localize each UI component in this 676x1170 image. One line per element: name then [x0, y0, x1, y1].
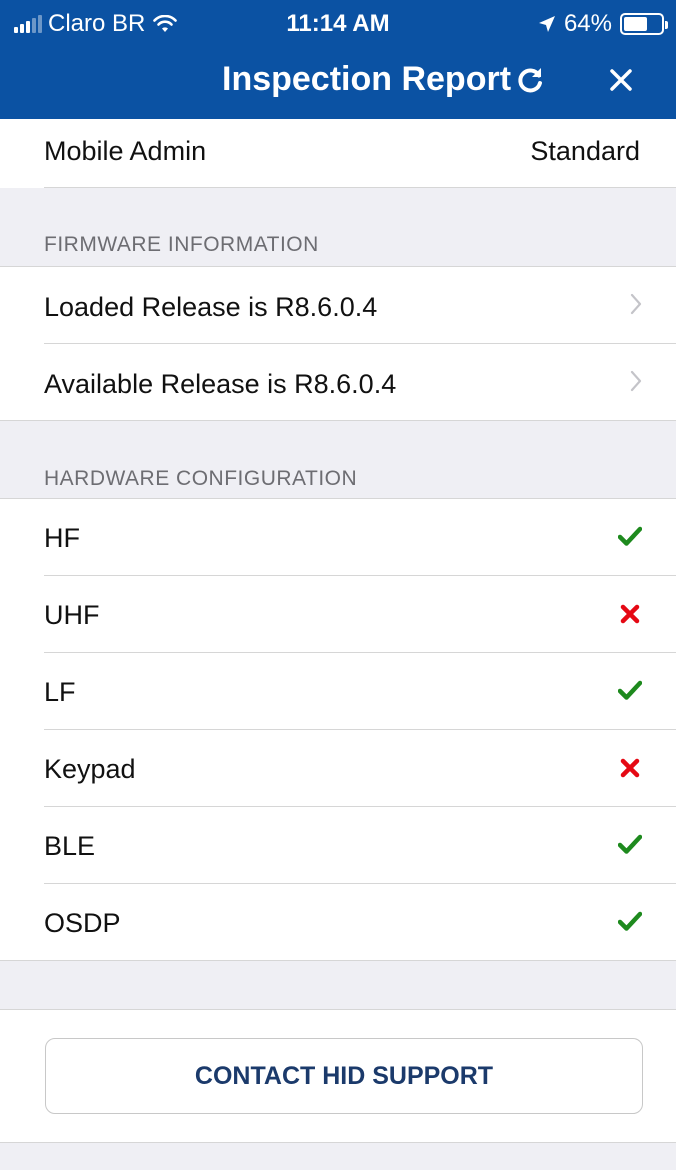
mobile-admin-value: Standard — [530, 136, 640, 166]
mobile-admin-label: Mobile Admin — [44, 136, 207, 166]
checkmark-icon — [618, 834, 642, 854]
checkmark-icon — [618, 680, 642, 700]
mobile-admin-row: Mobile Admin Standard — [0, 119, 676, 187]
firmware-section-background: FIRMWARE INFORMATION — [0, 188, 676, 266]
firmware-item-loaded-release[interactable]: Loaded Release is R8.6.0.4 — [0, 267, 676, 343]
cross-icon — [620, 604, 640, 624]
refresh-icon — [518, 68, 542, 93]
battery-level — [624, 17, 648, 31]
contact-support-button[interactable]: CONTACT HID SUPPORT — [45, 1038, 643, 1114]
list-item-label: HF — [44, 523, 80, 553]
footer-background — [0, 1143, 676, 1170]
app-header: Claro BR 11:14 AM 64% Inspection Report — [0, 0, 676, 119]
list-item-label: Keypad — [44, 754, 136, 784]
close-icon — [610, 69, 632, 91]
battery-icon — [620, 13, 668, 35]
checkmark-icon — [618, 526, 642, 546]
hardware-item-lf: LF — [0, 653, 676, 729]
hardware-section-background: HARDWARE CONFIGURATION — [0, 421, 676, 498]
hardware-item-ble: BLE — [0, 807, 676, 883]
cross-icon — [620, 758, 640, 778]
list-item-label: UHF — [44, 600, 100, 630]
status-bar: Claro BR 11:14 AM 64% — [0, 0, 676, 46]
list-item-label: Available Release is R8.6.0.4 — [44, 369, 397, 399]
location-arrow-icon — [538, 16, 555, 32]
chevron-right-icon — [630, 293, 642, 315]
checkmark-icon — [618, 911, 642, 931]
list-item-label: Loaded Release is R8.6.0.4 — [44, 292, 378, 322]
page-title: Inspection Report — [222, 60, 512, 98]
battery-percent: 64% — [563, 10, 612, 37]
hardware-item-osdp: OSDP — [0, 884, 676, 960]
firmware-section-header: FIRMWARE INFORMATION — [44, 233, 319, 256]
nav-bar: Inspection Report — [0, 46, 676, 119]
list-item-label: LF — [44, 677, 76, 707]
hardware-section-header: HARDWARE CONFIGURATION — [44, 467, 358, 490]
hardware-item-uhf: UHF — [0, 576, 676, 652]
hardware-item-keypad: Keypad — [0, 730, 676, 806]
list-item-label: OSDP — [44, 908, 121, 938]
firmware-item-available-release[interactable]: Available Release is R8.6.0.4 — [0, 344, 676, 420]
refresh-button[interactable] — [512, 60, 548, 100]
bottom-background — [0, 961, 676, 1009]
hardware-item-hf: HF — [0, 499, 676, 575]
close-button[interactable] — [603, 60, 639, 100]
chevron-right-icon — [630, 370, 642, 392]
list-item-label: BLE — [44, 831, 96, 861]
